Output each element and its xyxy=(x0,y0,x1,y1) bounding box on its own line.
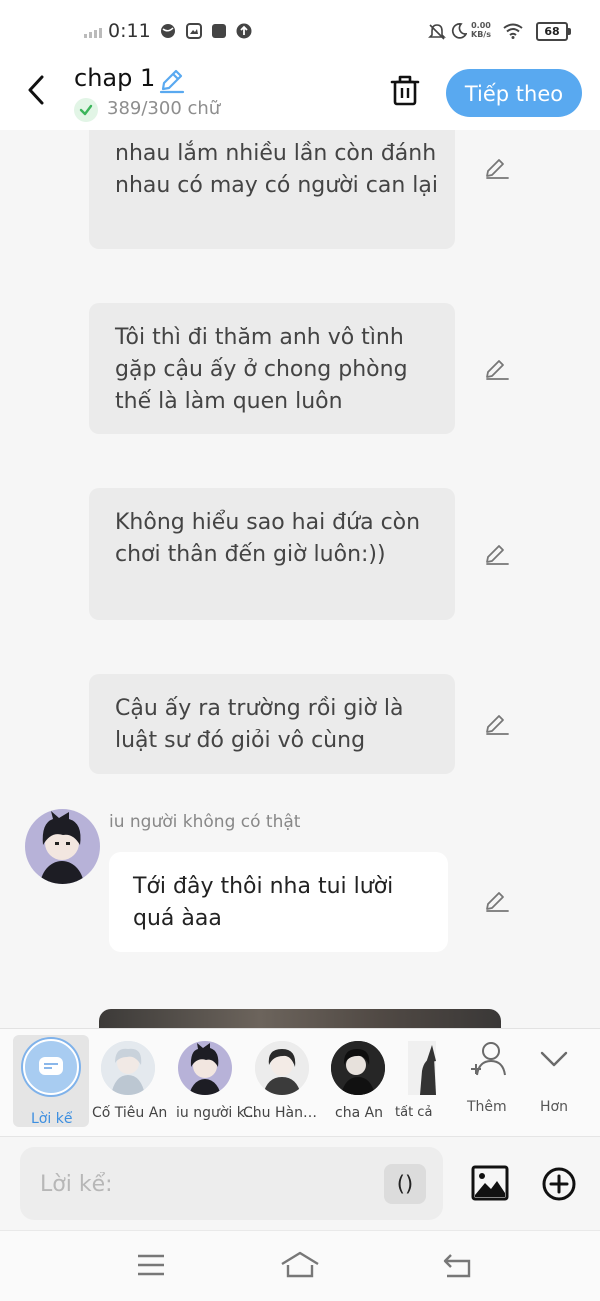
narration-input[interactable] xyxy=(38,1167,382,1201)
message-bubble[interactable]: Tôi thì đi thăm anh vô tình gặp cậu ấy ở… xyxy=(89,303,455,434)
menu-icon[interactable] xyxy=(136,1251,166,1279)
edit-message-icon[interactable] xyxy=(484,156,510,180)
avatar[interactable] xyxy=(25,809,100,884)
edit-message-icon[interactable] xyxy=(484,542,510,566)
edit-message-icon[interactable] xyxy=(484,889,510,913)
home-icon[interactable] xyxy=(280,1251,320,1279)
add-icon[interactable] xyxy=(541,1166,577,1202)
chevron-down-icon xyxy=(540,1051,568,1067)
back-button[interactable] xyxy=(20,72,54,108)
clock: 0:11 xyxy=(108,20,151,42)
upload-icon xyxy=(236,23,252,39)
edit-title-icon[interactable] xyxy=(158,66,186,94)
image-message[interactable] xyxy=(99,1009,501,1028)
signal-icon xyxy=(84,28,102,38)
bell-off-icon xyxy=(428,24,446,40)
character-avatar-tat-ca[interactable] xyxy=(408,1041,436,1095)
character-label: cha An xyxy=(335,1105,384,1121)
wifi-icon xyxy=(503,23,523,39)
network-speed: 0.00 KB/s xyxy=(471,21,491,39)
moon-icon xyxy=(451,23,467,39)
character-avatar-iu-nguoi[interactable] xyxy=(178,1041,232,1095)
character-narrator[interactable]: Lời kể xyxy=(13,1035,89,1127)
character-avatar-chu-hang[interactable] xyxy=(255,1041,309,1095)
more-button[interactable]: Hơn xyxy=(534,1039,574,1129)
character-picker: Lời kể Cố Tiêu An iu người k... Chu Hàng… xyxy=(0,1028,600,1137)
edit-message-icon[interactable] xyxy=(484,712,510,736)
character-label: Chu Hàng ... xyxy=(243,1105,323,1121)
character-avatar-cha-an[interactable] xyxy=(331,1041,385,1095)
message-bubble[interactable]: nhau lắm nhiều lần còn đánh nhau có may … xyxy=(89,130,455,249)
narration-icon xyxy=(39,1057,63,1075)
word-count: 389/300 chữ xyxy=(107,98,221,119)
image-icon[interactable] xyxy=(471,1165,509,1201)
edit-message-icon[interactable] xyxy=(484,357,510,381)
system-navigation-bar xyxy=(0,1230,600,1301)
character-label: Lời kể xyxy=(31,1111,73,1127)
gallery-icon xyxy=(186,23,202,39)
square-icon xyxy=(212,24,226,38)
battery-icon: 68 xyxy=(536,22,571,41)
narrator-avatar xyxy=(23,1039,79,1095)
back-nav-icon[interactable] xyxy=(441,1251,473,1279)
character-label: Cố Tiêu An xyxy=(92,1105,168,1121)
delete-icon[interactable] xyxy=(387,72,423,108)
next-button[interactable]: Tiếp theo xyxy=(446,69,582,117)
character-avatar-co-tieu-an[interactable] xyxy=(101,1041,155,1095)
add-label: Thêm xyxy=(467,1099,507,1115)
message-bubble[interactable]: Tới đây thôi nha tui lười quá àaa xyxy=(109,852,448,952)
character-label: tất cả xyxy=(395,1105,433,1120)
editor-header: chap 1 389/300 chữ Tiếp theo xyxy=(0,60,600,130)
message-bubble[interactable]: Cậu ấy ra trường rồi giờ là luật sư đó g… xyxy=(89,674,455,774)
more-label: Hơn xyxy=(540,1099,568,1115)
add-character-button[interactable]: Thêm xyxy=(462,1039,512,1129)
speaker-name: iu người không có thật xyxy=(109,812,301,832)
globe-icon xyxy=(161,24,175,38)
composer-bar: () xyxy=(0,1136,600,1231)
composer-box: () xyxy=(20,1147,443,1220)
chapter-title[interactable]: chap 1 xyxy=(74,64,155,92)
parentheses-button[interactable]: () xyxy=(384,1164,426,1204)
message-bubble[interactable]: Không hiểu sao hai đứa còn chơi thân đến… xyxy=(89,488,455,620)
status-bar: 0:11 0.00 KB/s 68 xyxy=(0,0,600,60)
add-person-icon xyxy=(471,1042,506,1076)
chat-area: nhau lắm nhiều lần còn đánh nhau có may … xyxy=(0,130,600,1028)
check-icon xyxy=(74,98,98,122)
